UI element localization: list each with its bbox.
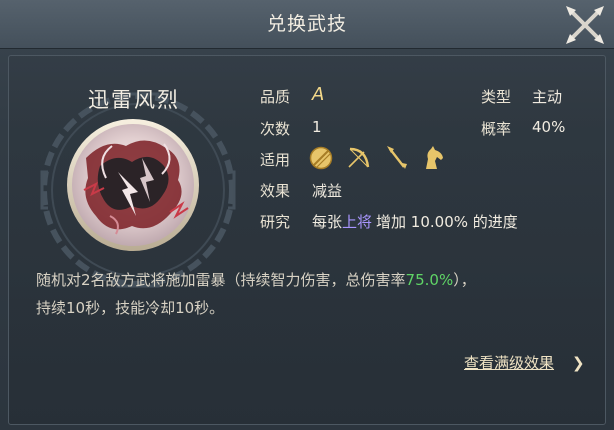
apply-label: 适用: [260, 151, 291, 169]
research-highlight: 上将: [342, 213, 373, 231]
research-pre: 每张: [312, 213, 343, 231]
count-label: 次数: [260, 120, 291, 138]
close-icon: [566, 6, 604, 44]
horse-weapon-icon: [426, 146, 443, 169]
lightning-skill-icon[interactable]: [66, 118, 200, 252]
type-value: 主动: [532, 88, 563, 106]
dialog-title: 兑换武技: [266, 13, 347, 35]
quality-label: 品质: [260, 88, 291, 106]
description-line-2: 持续10秒，技能冷却10秒。: [36, 299, 225, 317]
description-text-2: ），: [453, 271, 476, 289]
skill-name: 迅雷风烈: [88, 88, 180, 112]
view-max-level-link[interactable]: 查看满级效果: [464, 352, 554, 373]
shield-weapon-icon: [309, 146, 333, 170]
type-label: 类型: [481, 88, 512, 106]
description-text-1: 随机对2名敌方武将施加雷暴（持续智力伤害，总伤害率: [36, 271, 406, 289]
spear-weapon-icon: [387, 146, 407, 169]
effect-value: 减益: [312, 182, 343, 200]
skill-description: 随机对2名敌方武将施加雷暴（持续智力伤害，总伤害率75.0%）， 持续10秒，技…: [36, 266, 576, 322]
research-label: 研究: [260, 213, 291, 231]
bow-weapon-icon: [348, 147, 370, 168]
description-highlight: 75.0%: [405, 271, 454, 289]
count-value: 1: [312, 118, 322, 136]
description-line-1: 随机对2名敌方武将施加雷暴（持续智力伤害，总伤害率75.0%），: [36, 266, 576, 294]
research-post: 增加 10.00% 的进度: [376, 213, 518, 231]
close-button[interactable]: [560, 2, 610, 48]
rate-value: 40%: [532, 118, 566, 136]
research-value: 每张上将 增加 10.00% 的进度: [312, 211, 518, 232]
rate-label: 概率: [481, 120, 512, 138]
quality-value: A: [312, 84, 325, 105]
chevron-right-icon[interactable]: ❯: [572, 354, 585, 372]
skill-exchange-dialog: 兑换武技 迅雷风烈 品质 A 次数 1 适用 效果 减益 研究 每张上将 增加 …: [0, 0, 614, 430]
effect-label: 效果: [260, 182, 291, 200]
